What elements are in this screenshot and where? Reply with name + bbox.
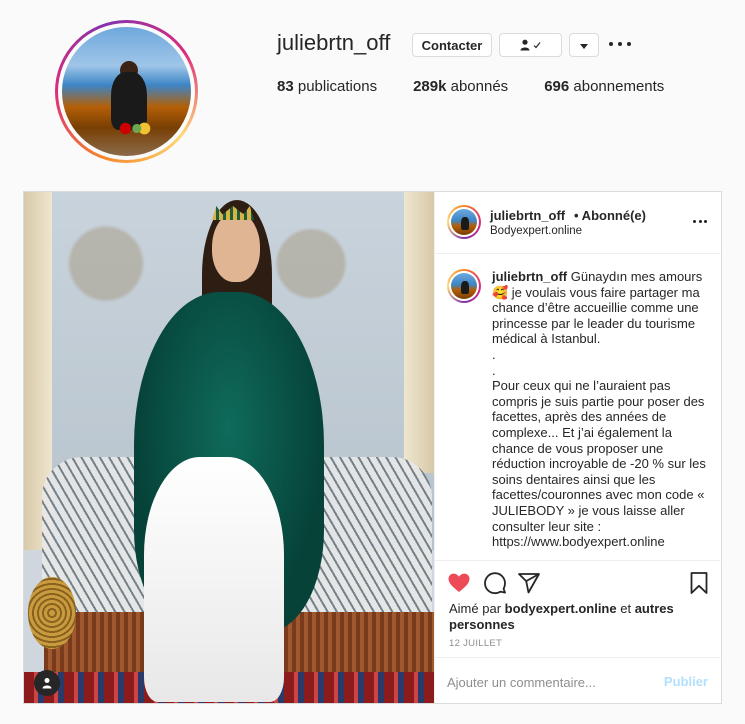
profile-stats: 83 publications 289k abonnés 696 abonnem… <box>277 78 700 95</box>
comment-icon[interactable] <box>483 571 507 595</box>
suggestions-dropdown-button[interactable] <box>569 33 599 57</box>
photo-white-dress <box>144 457 284 702</box>
action-icons <box>447 571 711 595</box>
likes-summary: Aimé par bodyexpert.online et autres per… <box>449 601 709 633</box>
post-author-username[interactable]: juliebrtn_off <box>490 208 565 223</box>
photo-pillow <box>28 577 76 649</box>
publish-button[interactable]: Publier <box>664 674 708 689</box>
photo-curtain-right <box>404 192 434 474</box>
post-sidebar: juliebrtn_off • Abonné(e) Bodyexpert.onl… <box>434 192 722 703</box>
profile-avatar-border <box>58 23 195 160</box>
stat-followers-value: 289k <box>413 78 447 95</box>
likes-middle: et <box>616 601 635 616</box>
stat-followers[interactable]: 289k abonnés <box>413 78 508 95</box>
share-icon[interactable] <box>517 571 541 595</box>
bookmark-icon[interactable] <box>687 571 711 595</box>
user-tag-icon[interactable] <box>34 670 60 696</box>
chevron-down-icon <box>580 38 588 53</box>
contact-button[interactable]: Contacter <box>412 33 492 57</box>
stat-posts-label: publications <box>297 78 378 95</box>
following-button[interactable] <box>499 33 562 57</box>
profile-options-more-icon[interactable] <box>609 36 631 52</box>
profile-username: juliebrtn_off <box>277 30 391 55</box>
dot <box>609 42 613 46</box>
profile-avatar[interactable] <box>55 20 198 163</box>
comment-bar: Publier <box>435 657 722 704</box>
likes-liker[interactable]: bodyexpert.online <box>505 601 617 616</box>
stat-following-label: abonnements <box>573 78 665 95</box>
profile-avatar-image <box>62 27 191 156</box>
user-check-icon <box>520 39 541 51</box>
caption-text: juliebrtn_off Günaydın mes amours 🥰 je v… <box>492 269 710 550</box>
follow-status: • Abonné(e) <box>574 208 646 223</box>
post-location[interactable]: Bodyexpert.online <box>490 225 582 237</box>
caption-username[interactable]: juliebrtn_off <box>492 269 567 284</box>
photo-face <box>212 212 260 282</box>
caption-body: Günaydın mes amours 🥰 je voulais vous fa… <box>492 269 706 550</box>
stat-followers-label: abonnés <box>450 78 509 95</box>
dot <box>618 42 622 46</box>
stat-following[interactable]: 696 abonnements <box>544 78 664 95</box>
post-card: juliebrtn_off • Abonné(e) Bodyexpert.onl… <box>23 191 722 704</box>
more-horizontal-icon[interactable] <box>693 220 707 224</box>
heart-filled-icon[interactable] <box>447 571 471 595</box>
post-header: juliebrtn_off • Abonné(e) Bodyexpert.onl… <box>435 192 721 254</box>
avatar-fruits <box>113 122 153 136</box>
dot <box>627 42 631 46</box>
post-author-avatar[interactable] <box>447 205 481 239</box>
caption-author-avatar[interactable] <box>447 269 481 303</box>
likes-prefix: Aimé par <box>449 601 505 616</box>
post-caption: juliebrtn_off Günaydın mes amours 🥰 je v… <box>435 255 722 560</box>
stat-posts: 83 publications <box>277 78 377 95</box>
comment-input[interactable] <box>447 672 647 692</box>
post-photo[interactable] <box>24 192 434 703</box>
stat-posts-value: 83 <box>277 78 294 95</box>
post-date[interactable]: 12 JUILLET <box>449 638 502 649</box>
stat-following-value: 696 <box>544 78 570 95</box>
post-actions: Aimé par bodyexpert.online et autres per… <box>435 560 722 703</box>
